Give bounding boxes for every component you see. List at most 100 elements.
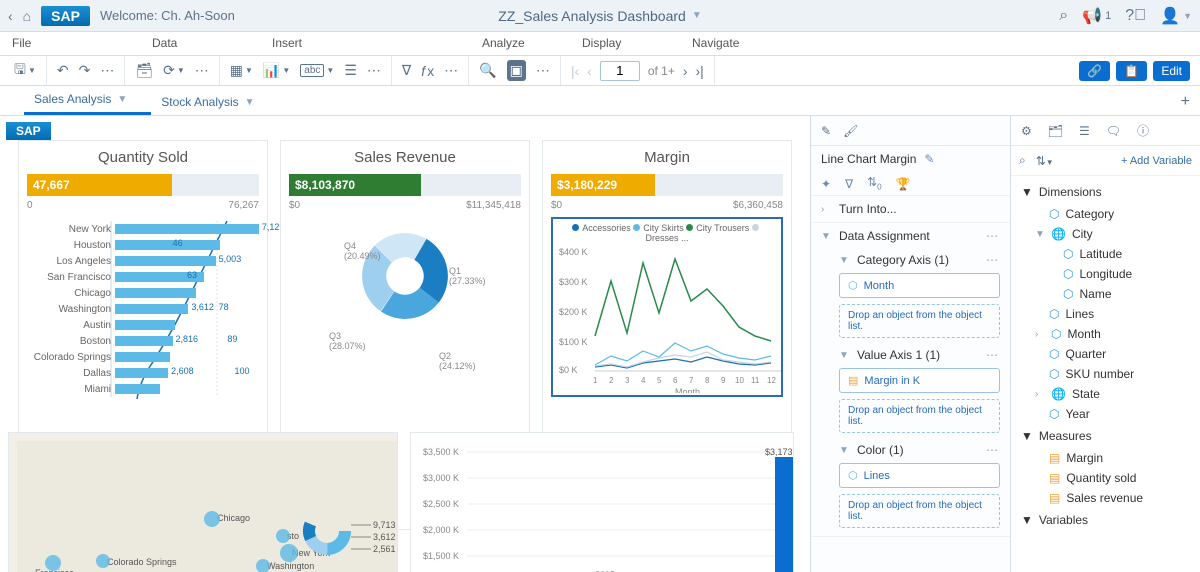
insert-chart-icon[interactable]: 📊▼: [263, 62, 290, 79]
filter-icon[interactable]: ∇: [845, 177, 853, 191]
dim-month[interactable]: ›⬡Month: [1015, 324, 1196, 344]
dim-name[interactable]: ⬡Name: [1015, 284, 1196, 304]
sort-icon[interactable]: ⇅0: [867, 175, 882, 191]
menu-navigate[interactable]: Navigate: [680, 32, 820, 55]
more-analyze-icon[interactable]: ⋯: [444, 62, 458, 79]
slot-category-axis[interactable]: ⬡Month: [839, 273, 1000, 298]
page-input[interactable]: [600, 61, 640, 81]
more-icon[interactable]: ⋯: [986, 253, 1000, 267]
section-measures[interactable]: ▼Measures: [1015, 424, 1196, 448]
insert-table-icon[interactable]: ▦▼: [230, 62, 253, 79]
tab-sales-analysis[interactable]: Sales Analysis▼: [24, 86, 151, 115]
clipboard-button[interactable]: 📋: [1116, 61, 1147, 81]
settings-icon[interactable]: ⚙: [1021, 124, 1032, 138]
data-source-icon[interactable]: 🗃: [135, 62, 153, 79]
menu-file[interactable]: File: [0, 32, 140, 55]
turn-into-header[interactable]: ›Turn Into...: [811, 196, 1010, 222]
dropzone-category[interactable]: Drop an object from the object list.: [839, 304, 1000, 338]
dim-sku[interactable]: ⬡SKU number: [1015, 364, 1196, 384]
undo-icon[interactable]: ↶: [57, 62, 69, 79]
dim-quarter[interactable]: ⬡Quarter: [1015, 344, 1196, 364]
dropzone-color[interactable]: Drop an object from the object list.: [839, 494, 1000, 528]
svg-text:10: 10: [735, 376, 744, 385]
meas-margin[interactable]: ▤Margin: [1015, 448, 1196, 468]
report-canvas[interactable]: SAP Quantity Sold 47,667 076,267 New Yor…: [0, 116, 810, 572]
comment-icon[interactable]: 🗨: [1106, 124, 1121, 138]
meas-revenue[interactable]: ▤Sales revenue: [1015, 488, 1196, 508]
meas-quantity[interactable]: ▤Quantity sold: [1015, 468, 1196, 488]
menu-data[interactable]: Data: [140, 32, 260, 55]
more-insert-icon[interactable]: ⋯: [367, 62, 381, 79]
save-icon[interactable]: 🖫▼: [14, 59, 36, 83]
chevron-down-icon[interactable]: ▼: [245, 97, 255, 108]
tab-stock-analysis[interactable]: Stock Analysis▼: [151, 89, 278, 115]
value-axis-header[interactable]: ▼Value Axis 1 (1) ⋯: [839, 348, 1000, 362]
slot-value-axis[interactable]: ▤Margin in K: [839, 368, 1000, 393]
svg-text:7: 7: [689, 376, 694, 385]
more-icon[interactable]: ⋯: [986, 348, 1000, 362]
edit-button[interactable]: Edit: [1153, 61, 1190, 81]
redo-icon[interactable]: ↷: [79, 62, 91, 79]
menu-insert[interactable]: Insert: [260, 32, 470, 55]
dim-year[interactable]: ⬡Year: [1015, 404, 1196, 424]
sort-icon[interactable]: ⇅▼: [1036, 154, 1054, 168]
chevron-down-icon[interactable]: ▼: [117, 94, 127, 105]
more-icon[interactable]: ⋯: [100, 62, 114, 79]
data-assignment-header[interactable]: ▼Data Assignment ⋯: [811, 223, 1010, 249]
category-axis-header[interactable]: ▼Category Axis (1) ⋯: [839, 253, 1000, 267]
dim-state[interactable]: ›🌐State: [1015, 384, 1196, 404]
dim-category[interactable]: ⬡Category: [1015, 204, 1196, 224]
dim-latitude[interactable]: ⬡Latitude: [1015, 244, 1196, 264]
filter-icon[interactable]: ∇: [402, 62, 411, 79]
tree-view-icon[interactable]: 🗂: [1048, 124, 1063, 138]
card-map[interactable]: Chicago sto New York Washington Colorado…: [8, 432, 398, 572]
dim-city[interactable]: ▼🌐City: [1015, 224, 1196, 244]
edit-title-icon[interactable]: ✎: [924, 152, 934, 166]
document-title[interactable]: ZZ_Sales Analysis Dashboard ▼: [498, 8, 701, 24]
menu-display[interactable]: Display: [570, 32, 680, 55]
link-tool-button[interactable]: 🔗: [1079, 61, 1110, 81]
more-display-icon[interactable]: ⋯: [536, 62, 550, 79]
help-icon[interactable]: ?⃝: [1125, 7, 1146, 25]
dropzone-value[interactable]: Drop an object from the object list.: [839, 399, 1000, 433]
search-icon[interactable]: ⌕: [1019, 153, 1026, 168]
card-column-chart[interactable]: $3,500 K $3,000 K $2,500 K $2,000 K $1,5…: [410, 432, 794, 572]
color-header[interactable]: ▼Color (1) ⋯: [839, 443, 1000, 457]
list-view-icon[interactable]: ☰: [1079, 124, 1090, 138]
structure-mode-icon[interactable]: ▣: [507, 60, 526, 81]
search-icon[interactable]: ⌕: [1059, 7, 1068, 25]
insert-text-icon[interactable]: abc▼: [300, 64, 334, 77]
prev-page-icon[interactable]: ‹: [587, 63, 592, 79]
dim-longitude[interactable]: ⬡Longitude: [1015, 264, 1196, 284]
section-dimensions[interactable]: ▼Dimensions: [1015, 180, 1196, 204]
next-page-icon[interactable]: ›: [683, 63, 688, 79]
last-page-icon[interactable]: ›|: [696, 63, 704, 79]
rank-icon[interactable]: 🏆: [896, 177, 911, 191]
first-page-icon[interactable]: |‹: [571, 63, 579, 79]
format-icon[interactable]: 🖌: [843, 124, 858, 138]
section-variables[interactable]: ▼Variables: [1015, 508, 1196, 532]
info-icon[interactable]: ⓘ: [1137, 122, 1149, 139]
insert-section-icon[interactable]: ☰: [344, 62, 357, 79]
more-data-icon[interactable]: ⋯: [195, 62, 209, 79]
line-chart-margin[interactable]: Accessories City Skirts City Trousers Dr…: [551, 217, 783, 397]
add-tab-button[interactable]: +: [1181, 93, 1190, 111]
home-icon[interactable]: ⌂: [23, 8, 31, 24]
formula-icon[interactable]: fx: [421, 63, 434, 79]
svg-text:$3,500 K: $3,500 K: [423, 447, 459, 457]
svg-text:9: 9: [721, 376, 726, 385]
build-icon[interactable]: ✎: [821, 124, 831, 138]
refresh-icon[interactable]: ⟳▼: [163, 62, 185, 79]
user-menu-icon[interactable]: 👤▼: [1160, 6, 1192, 26]
more-icon[interactable]: ⋯: [986, 443, 1000, 457]
announcement-icon[interactable]: 📢1: [1082, 6, 1111, 26]
slot-color[interactable]: ⬡Lines: [839, 463, 1000, 488]
menu-analyze[interactable]: Analyze: [470, 32, 570, 55]
back-icon[interactable]: ‹: [8, 8, 13, 24]
add-variable-button[interactable]: + Add Variable: [1121, 155, 1192, 167]
wand-icon[interactable]: ✦: [821, 177, 831, 191]
dim-lines[interactable]: ⬡Lines: [1015, 304, 1196, 324]
zoom-icon[interactable]: 🔍: [479, 62, 496, 79]
svg-text:$300 K: $300 K: [559, 277, 588, 287]
more-icon[interactable]: ⋯: [986, 229, 1000, 243]
